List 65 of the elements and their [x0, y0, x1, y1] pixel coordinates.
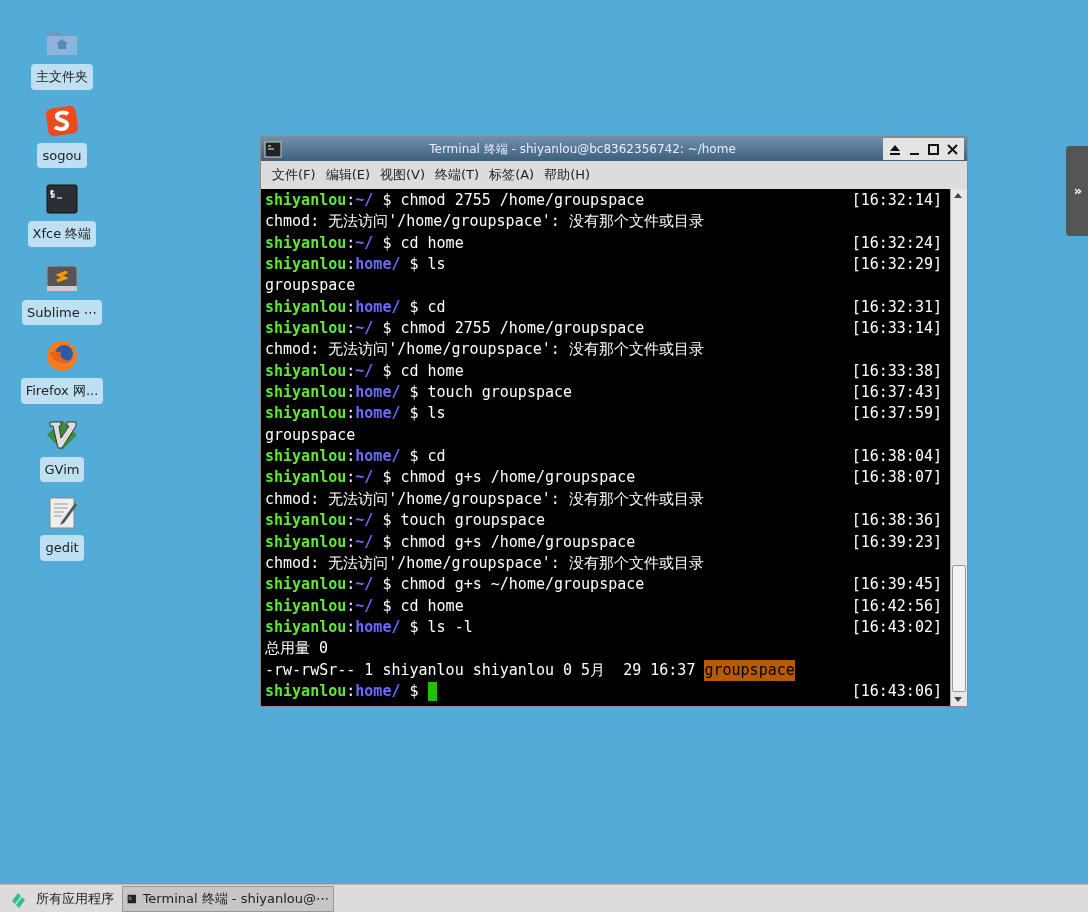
timestamp: [16:43:02] [851, 616, 942, 638]
terminal-line: shiyanlou:~/ $ touch groupspace [265, 510, 546, 532]
desktop-icon-label[interactable]: Sublime ⋯ [22, 299, 102, 325]
menu-item[interactable]: 编辑(E) [322, 165, 373, 185]
menu-item[interactable]: 文件(F) [269, 165, 319, 185]
timestamp: [16:32:14] [851, 190, 942, 211]
window-title: Terminal 终端 - shiyanlou@bc8362356742: ~/home [428, 141, 737, 158]
terminal-line: shiyanlou:home/ $ ls -l [265, 616, 474, 638]
terminal-line: shiyanlou:~/ $ chmod g+s /home/groupspace [265, 467, 637, 489]
desktop-icon-label[interactable]: sogou [37, 142, 87, 168]
terminal-output: chmod: 无法访问'/home/groupspace': 没有那个文件或目录 [265, 211, 704, 233]
terminal-line: shiyanlou:~/ $ cd home [265, 595, 465, 617]
terminal-line: shiyanlou:home/ $ ls [265, 403, 447, 425]
timestamp: [16:42:56] [851, 595, 942, 617]
terminal-output: chmod: 无法访问'/home/groupspace': 没有那个文件或目录 [265, 552, 704, 574]
highlighted-filename: groupspace [704, 659, 795, 681]
terminal-output: 总用量 0 [265, 638, 329, 660]
timestamp: [16:37:59] [851, 403, 942, 425]
terminal-output: -rw-rwSr-- 1 shiyanlou shiyanlou 0 5月 29 16:37 [265, 659, 696, 681]
taskbar-button[interactable]: Terminal 终端 - shiyanlou@⋯ [122, 885, 334, 912]
scrollbar-thumb[interactable] [952, 565, 966, 692]
globe-fox-icon[interactable] [44, 338, 80, 374]
terminal-line: shiyanlou:~/ $ cd home [265, 232, 465, 254]
terminal-line: shiyanlou:~/ $ chmod g+s /home/groupspace [265, 531, 637, 553]
close-icon[interactable] [946, 142, 959, 156]
panel-toggle[interactable]: » [1066, 146, 1088, 236]
timestamp: [16:33:38] [851, 360, 942, 382]
timestamp: [16:38:04] [851, 446, 942, 468]
menu-item[interactable]: 标签(A) [486, 165, 538, 185]
timestamp: [16:32:29] [851, 254, 942, 276]
terminal-line: shiyanlou:~/ $ cd home [265, 360, 465, 382]
desktop-icon-label[interactable]: 主文件夹 [31, 64, 93, 90]
terminal-line: shiyanlou:home/ $ ls [265, 254, 447, 276]
terminal-line: shiyanlou:home/ $ touch groupspace [265, 382, 574, 404]
terminal-line: shiyanlou:~/ $ chmod g+s ~/home/groupspace [265, 574, 646, 596]
terminal-icon[interactable] [44, 181, 80, 217]
timestamp: [16:43:06] [851, 680, 942, 702]
timestamp: [16:32:31] [851, 296, 942, 318]
menu-item[interactable]: 终端(T) [432, 165, 483, 185]
timestamp: [16:38:36] [851, 510, 942, 532]
terminal-output: groupspace [265, 275, 356, 297]
terminal-line: shiyanlou:~/ $ chmod 2755 /home/groupspace [265, 318, 646, 340]
terminal-line: shiyanlou:home/ $ cd [265, 446, 447, 468]
terminal-line: shiyanlou:home/ $ cd [265, 296, 447, 318]
terminal-icon[interactable] [264, 140, 282, 158]
timestamp: [16:37:43] [851, 382, 942, 404]
timestamp: [16:39:45] [851, 574, 942, 596]
menu-item[interactable]: 帮助(H) [541, 165, 594, 185]
desktop-icon-label[interactable]: Xfce 终端 [27, 221, 97, 247]
timestamp: [16:39:23] [851, 531, 942, 553]
timestamp: [16:33:14] [851, 318, 942, 340]
desktop-icon-label[interactable]: GVim [39, 456, 85, 482]
terminal-output: groupspace [265, 424, 356, 446]
menu-item[interactable]: 视图(V) [377, 165, 429, 185]
timestamp: [16:38:07] [851, 467, 942, 489]
terminal-line: shiyanlou:home/ $ [265, 680, 420, 702]
timestamp: [16:32:24] [851, 232, 942, 254]
applications-menu-button[interactable]: 所有应用程序 [0, 885, 122, 912]
maximize-icon[interactable] [927, 142, 940, 156]
terminal-output: chmod: 无法访问'/home/groupspace': 没有那个文件或目录 [265, 488, 704, 510]
scrollbar[interactable] [950, 189, 967, 706]
desktop-icon-label[interactable]: Firefox 网... [20, 378, 104, 404]
terminal-output: chmod: 无法访问'/home/groupspace': 没有那个文件或目录 [265, 339, 704, 361]
desktop-icon-label[interactable]: gedit [40, 535, 84, 561]
terminal-line: shiyanlou:~/ $ chmod 2755 /home/groupspace [265, 190, 646, 211]
